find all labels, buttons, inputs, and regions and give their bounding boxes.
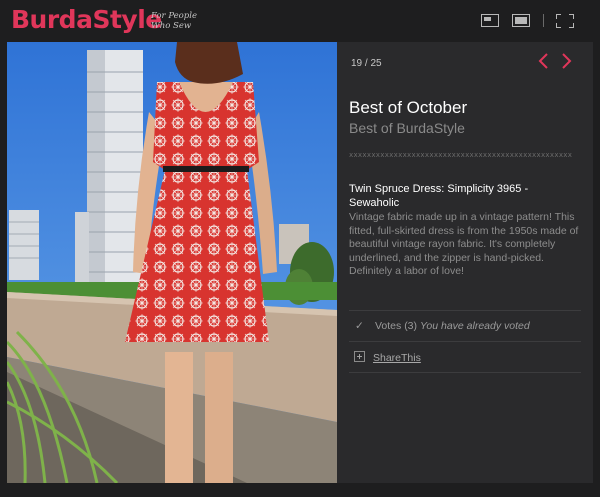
gallery-photo[interactable] (7, 42, 337, 483)
decorative-divider: xxxxxxxxxxxxxxxxxxxxxxxxxxxxxxxxxxxxxxxx… (349, 151, 573, 159)
share-link[interactable]: ShareThis (373, 352, 421, 364)
votes-row: ✓ Votes (3) You have already voted (355, 320, 530, 332)
votes-count: Votes (3) (375, 320, 418, 332)
item-description: Vintage fabric made up in a vintage patt… (349, 211, 579, 277)
gallery-title: Best of October (349, 98, 468, 117)
photo-image (7, 42, 337, 483)
chevron-right-icon[interactable] (559, 52, 573, 70)
tagline-line-1: For People (151, 11, 197, 21)
checkmark-icon: ✓ (355, 320, 364, 332)
divider (349, 372, 581, 373)
divider (349, 310, 581, 311)
share-row[interactable]: ShareThis (354, 351, 421, 364)
slide-counter: 19 / 25 (351, 58, 382, 69)
chevron-left-icon[interactable] (537, 52, 551, 70)
large-view-icon[interactable] (512, 14, 530, 27)
divider (349, 341, 581, 342)
tagline-line-2: Who Sew (151, 21, 192, 31)
burdastyle-logo[interactable]: BurdaStyle (11, 5, 162, 34)
plus-icon[interactable] (354, 351, 365, 362)
header-separator (543, 14, 544, 27)
small-view-icon[interactable] (481, 14, 499, 27)
votes-status: You have already voted (419, 320, 530, 332)
gallery-subtitle[interactable]: Best of BurdaStyle (349, 120, 465, 136)
tagline: For People Who Sew (151, 11, 197, 31)
header: BurdaStyle For People Who Sew (0, 0, 600, 42)
item-title[interactable]: Twin Spruce Dress: Simplicity 3965 - Sew… (349, 182, 581, 210)
info-panel: 19 / 25 Best of October Best of BurdaSty… (337, 42, 593, 483)
fullscreen-icon[interactable] (556, 14, 574, 28)
